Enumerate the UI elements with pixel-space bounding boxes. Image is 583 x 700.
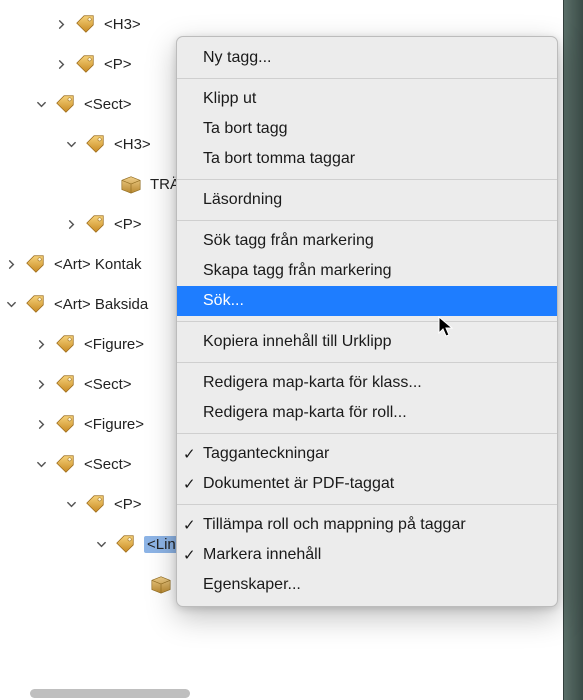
tag-icon bbox=[54, 453, 76, 475]
tree-row-label: <H3> bbox=[114, 136, 151, 153]
chevron-down-icon[interactable] bbox=[34, 457, 48, 471]
tree-row-label: <Sect> bbox=[84, 456, 132, 473]
menu-separator bbox=[177, 78, 557, 79]
tree-row-label: <Lin bbox=[144, 536, 179, 553]
menu-item-label: Tillämpa roll och mappning på taggar bbox=[203, 516, 466, 534]
tag-icon bbox=[74, 13, 96, 35]
menu-item[interactable]: Redigera map-karta för roll... bbox=[177, 398, 557, 428]
chevron-right-icon[interactable] bbox=[64, 217, 78, 231]
tag-icon bbox=[54, 93, 76, 115]
chevron-down-icon[interactable] bbox=[34, 97, 48, 111]
tag-icon bbox=[84, 213, 106, 235]
menu-item[interactable]: Sök... bbox=[177, 286, 557, 316]
menu-separator bbox=[177, 433, 557, 434]
menu-item-label: Ta bort tagg bbox=[203, 120, 288, 138]
menu-item-label: Ny tagg... bbox=[203, 49, 271, 67]
menu-item[interactable]: ✓ Tillämpa roll och mappning på taggar bbox=[177, 510, 557, 540]
check-icon: ✓ bbox=[183, 475, 196, 493]
tree-row-label: <Art> Kontak bbox=[54, 256, 142, 273]
menu-item[interactable]: ✓ Tagganteckningar bbox=[177, 439, 557, 469]
menu-item[interactable]: ✓ Dokumentet är PDF-taggat bbox=[177, 469, 557, 499]
context-menu: Ny tagg... Klipp ut Ta bort tagg Ta bort to… bbox=[176, 36, 558, 607]
menu-item[interactable]: Läsordning bbox=[177, 185, 557, 215]
content-box-icon bbox=[150, 573, 172, 595]
menu-item[interactable]: Skapa tagg från markering bbox=[177, 256, 557, 286]
menu-item-label: Skapa tagg från markering bbox=[203, 262, 392, 280]
chevron-right-icon[interactable] bbox=[54, 57, 68, 71]
tree-row-label: <Art> Baksida bbox=[54, 296, 148, 313]
content-box-icon bbox=[120, 173, 142, 195]
check-icon: ✓ bbox=[183, 546, 196, 564]
tag-icon bbox=[84, 133, 106, 155]
chevron-right-icon[interactable] bbox=[34, 337, 48, 351]
tag-icon bbox=[24, 293, 46, 315]
check-icon: ✓ bbox=[183, 445, 196, 463]
menu-item[interactable]: Kopiera innehåll till Urklipp bbox=[177, 327, 557, 357]
menu-item-label: Egenskaper... bbox=[203, 576, 301, 594]
menu-item-label: Sök... bbox=[203, 292, 244, 310]
tag-icon bbox=[74, 53, 96, 75]
tree-row-label: <Sect> bbox=[84, 96, 132, 113]
menu-item[interactable]: Redigera map-karta för klass... bbox=[177, 368, 557, 398]
menu-item-label: Kopiera innehåll till Urklipp bbox=[203, 333, 392, 351]
h-scroll-thumb[interactable] bbox=[30, 689, 190, 698]
chevron-right-icon[interactable] bbox=[34, 377, 48, 391]
chevron-down-icon[interactable] bbox=[4, 297, 18, 311]
chevron-right-icon[interactable] bbox=[54, 17, 68, 31]
tree-row-label: <Figure> bbox=[84, 416, 144, 433]
menu-item[interactable]: ✓ Markera innehåll bbox=[177, 540, 557, 570]
menu-item[interactable]: Egenskaper... bbox=[177, 570, 557, 600]
menu-item-label: Markera innehåll bbox=[203, 546, 321, 564]
tag-icon bbox=[54, 373, 76, 395]
menu-item-label: Redigera map-karta för klass... bbox=[203, 374, 422, 392]
chevron-down-icon[interactable] bbox=[94, 537, 108, 551]
tag-icon bbox=[24, 253, 46, 275]
tree-row-label: <H3> bbox=[104, 16, 141, 33]
tree-row-label: <Sect> bbox=[84, 376, 132, 393]
menu-separator bbox=[177, 362, 557, 363]
menu-item-label: Dokumentet är PDF-taggat bbox=[203, 475, 394, 493]
tree-row-label: <Figure> bbox=[84, 336, 144, 353]
menu-item[interactable]: Ta bort tagg bbox=[177, 114, 557, 144]
chevron-down-icon[interactable] bbox=[64, 497, 78, 511]
tree-row-label: <P> bbox=[104, 56, 132, 73]
tag-icon bbox=[54, 333, 76, 355]
tree-row-label: <P> bbox=[114, 496, 142, 513]
chevron-down-icon[interactable] bbox=[64, 137, 78, 151]
menu-item-label: Redigera map-karta för roll... bbox=[203, 404, 407, 422]
tag-icon bbox=[84, 493, 106, 515]
menu-item-label: Läsordning bbox=[203, 191, 282, 209]
document-preview-edge bbox=[563, 0, 583, 700]
menu-item-label: Ta bort tomma taggar bbox=[203, 150, 355, 168]
tag-icon bbox=[114, 533, 136, 555]
menu-item[interactable]: Ny tagg... bbox=[177, 43, 557, 73]
menu-item-label: Klipp ut bbox=[203, 90, 256, 108]
menu-item-label: Tagganteckningar bbox=[203, 445, 329, 463]
tree-row-label: <P> bbox=[114, 216, 142, 233]
chevron-right-icon[interactable] bbox=[34, 417, 48, 431]
menu-item[interactable]: Ta bort tomma taggar bbox=[177, 144, 557, 174]
menu-item[interactable]: Sök tagg från markering bbox=[177, 226, 557, 256]
menu-separator bbox=[177, 220, 557, 221]
menu-item-label: Sök tagg från markering bbox=[203, 232, 374, 250]
menu-item[interactable]: Klipp ut bbox=[177, 84, 557, 114]
tag-icon bbox=[54, 413, 76, 435]
check-icon: ✓ bbox=[183, 516, 196, 534]
menu-separator bbox=[177, 179, 557, 180]
menu-separator bbox=[177, 321, 557, 322]
menu-separator bbox=[177, 504, 557, 505]
chevron-right-icon[interactable] bbox=[4, 257, 18, 271]
